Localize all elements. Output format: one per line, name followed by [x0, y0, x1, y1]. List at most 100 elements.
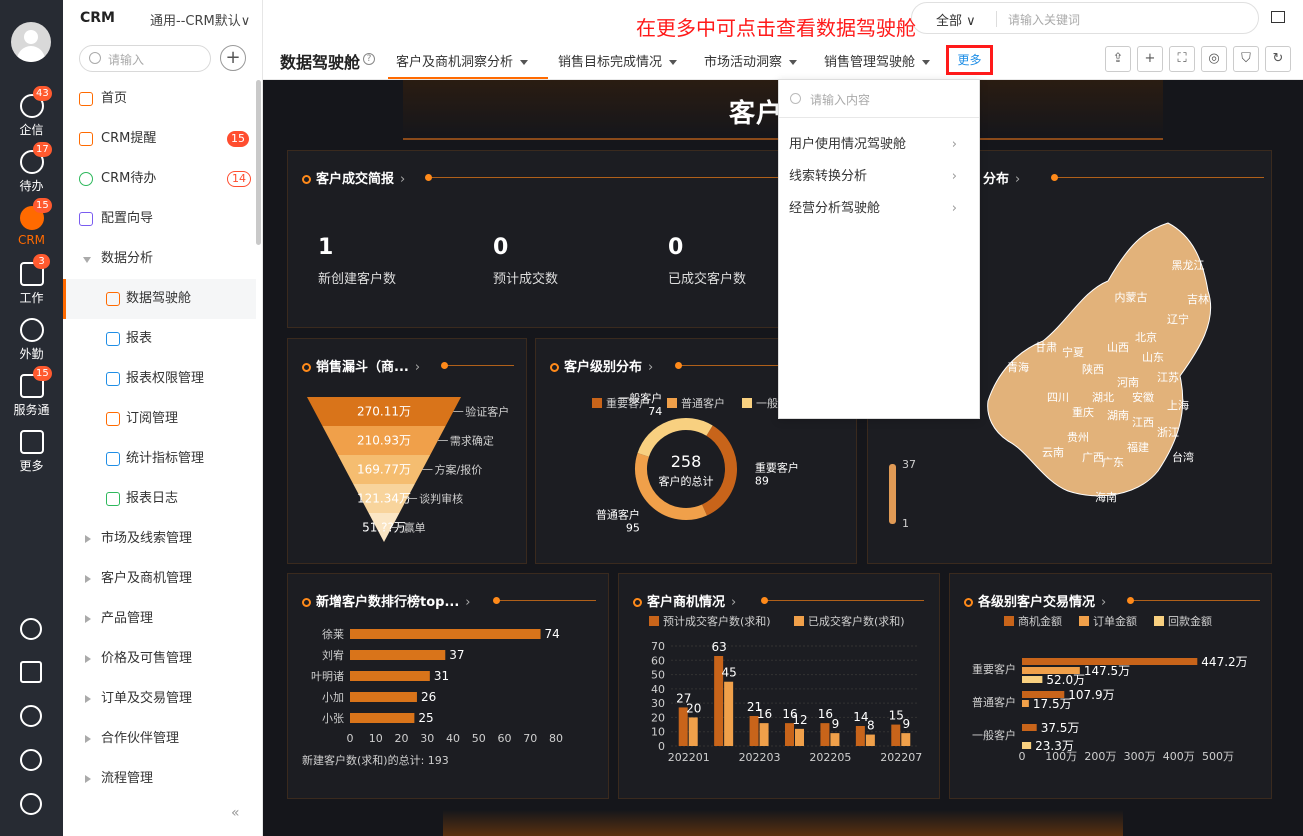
- map-region-label: 山东: [1142, 351, 1164, 364]
- rail-work[interactable]: 工作 3: [0, 254, 63, 314]
- pie-value: 89: [755, 474, 769, 487]
- sidebar-item-guide[interactable]: 配置向导: [63, 199, 256, 239]
- map-scale-min: 1: [902, 517, 909, 530]
- opp-ytick: 60: [651, 654, 665, 667]
- funnel-value: 169.77万: [357, 463, 411, 477]
- sidebar-scrollbar[interactable]: [256, 80, 261, 245]
- add-dashboard-button[interactable]: +: [1137, 46, 1163, 72]
- legend-label: 已成交客户数(求和): [808, 614, 905, 628]
- tab-more[interactable]: 更多: [946, 45, 993, 75]
- rail-todo[interactable]: 待办 17: [0, 142, 63, 202]
- legend-label: 一般: [756, 397, 778, 410]
- sidebar-item-report-permission[interactable]: 报表权限管理: [63, 359, 256, 399]
- help-icon[interactable]: ?: [363, 53, 375, 65]
- settings-icon[interactable]: [20, 793, 42, 815]
- dropdown-item-business-analysis[interactable]: 经营分析驾驶舱 ›: [789, 195, 969, 223]
- legend-swatch: [742, 398, 752, 408]
- opp-bar-label: 9: [832, 717, 840, 731]
- module-title: CRM: [80, 10, 115, 26]
- opp-bar-label: 63: [712, 640, 727, 654]
- kpi-value: 0: [668, 235, 684, 260]
- more-dropdown: 请输入内容 用户使用情况驾驶舱 › 线索转换分析 › 经营分析驾驶舱 ›: [778, 79, 980, 419]
- page-title: 数据驾驶舱: [280, 53, 361, 72]
- sidebar-item-market[interactable]: 市场及线索管理: [63, 519, 256, 559]
- map-region-label: 黑龙江: [1172, 259, 1205, 272]
- sidebar-item-report[interactable]: 报表: [63, 319, 256, 359]
- sidebar-item-process[interactable]: 流程管理: [63, 759, 256, 799]
- opp-ytick: 20: [651, 711, 665, 724]
- opp-ytick: 40: [651, 683, 665, 696]
- rank-value: 31: [434, 669, 449, 683]
- sidebar-item-price[interactable]: 价格及可售管理: [63, 639, 256, 679]
- notes-icon[interactable]: [20, 661, 42, 683]
- sidebar-item-reminder[interactable]: CRM提醒 15: [63, 119, 256, 159]
- flag-icon: [79, 212, 93, 226]
- tab-customer-insight[interactable]: 客户及商机洞察分析: [396, 51, 529, 70]
- sidebar-search-input[interactable]: 请输入: [79, 45, 211, 72]
- map-region-label: 北京: [1135, 330, 1157, 344]
- user-avatar[interactable]: [11, 22, 51, 62]
- shield-button[interactable]: ⛉: [1233, 46, 1259, 72]
- rail-badge: 17: [33, 142, 52, 157]
- opp-bar: [855, 726, 865, 746]
- sidebar-item-home[interactable]: 首页: [63, 79, 256, 119]
- sidebar-item-subscription[interactable]: 订阅管理: [63, 399, 256, 439]
- caret-right-icon: [85, 575, 91, 583]
- grid-icon: [19, 430, 44, 454]
- rank-category: 叶明诸: [311, 670, 344, 683]
- map-region-label: 湖南: [1107, 409, 1129, 422]
- dropdown-item-lead-conversion[interactable]: 线索转换分析 ›: [789, 163, 969, 191]
- dropdown-search-input[interactable]: 请输入内容: [779, 80, 979, 118]
- dropdown-item-usage[interactable]: 用户使用情况驾驶舱 ›: [789, 131, 969, 159]
- rail-service[interactable]: 服务通 15: [0, 366, 63, 426]
- view-selector[interactable]: 通用--CRM默认∨: [150, 10, 250, 29]
- global-search-input[interactable]: 请输入关键词: [1008, 11, 1080, 28]
- collapse-sidebar-button[interactable]: «: [231, 805, 240, 821]
- legend-label: 普通客户: [681, 396, 725, 410]
- help-icon[interactable]: [20, 618, 42, 640]
- pie-slice: [637, 418, 713, 458]
- settings-button[interactable]: ◎: [1201, 46, 1227, 72]
- funnel-label: 方案/报价: [435, 463, 483, 477]
- sidebar-item-order[interactable]: 订单及交易管理: [63, 679, 256, 719]
- rank-xtick: 80: [549, 732, 563, 745]
- global-search[interactable]: 全部 ∨ 请输入关键词: [911, 2, 1259, 34]
- sidebar-item-partner[interactable]: 合作伙伴管理: [63, 719, 256, 759]
- pie-value: 95: [626, 521, 640, 534]
- map-region-label: 重庆: [1072, 405, 1094, 419]
- trade-xtick: 200万: [1084, 750, 1116, 763]
- trade-bar: [1022, 724, 1037, 731]
- panel-title[interactable]: 客户成交简报 ›: [302, 168, 405, 187]
- contacts-icon[interactable]: [20, 749, 42, 771]
- rail-more[interactable]: 更多: [0, 430, 63, 482]
- sidebar-item-todo[interactable]: CRM待办 14: [63, 159, 256, 199]
- kpi-value: 0: [493, 235, 509, 260]
- sidebar-item-product[interactable]: 产品管理: [63, 599, 256, 639]
- add-button[interactable]: +: [220, 45, 246, 71]
- rail-field[interactable]: 外勤: [0, 318, 63, 370]
- tab-sales-management[interactable]: 销售管理驾驶舱: [824, 51, 931, 70]
- search-icon: [89, 52, 101, 64]
- map-region-label: 浙江: [1157, 426, 1179, 439]
- rank-value: 25: [418, 711, 433, 725]
- rank-bar: [350, 671, 430, 681]
- window-icon[interactable]: [1271, 11, 1285, 23]
- search-scope-select[interactable]: 全部 ∨: [936, 10, 976, 29]
- clock-icon[interactable]: [20, 705, 42, 727]
- fullscreen-button[interactable]: ⛶: [1169, 46, 1195, 72]
- bell-icon: [79, 132, 93, 146]
- sidebar-item-metrics[interactable]: 统计指标管理: [63, 439, 256, 479]
- export-button[interactable]: ⇪: [1105, 46, 1131, 72]
- sidebar-item-cockpit[interactable]: 数据驾驶舱: [63, 279, 256, 319]
- sidebar: CRM 通用--CRM默认∨ 请输入 + 首页 CRM提醒 15 CRM待办 14 …: [63, 0, 263, 836]
- tab-sales-target[interactable]: 销售目标完成情况: [558, 51, 678, 70]
- refresh-button[interactable]: ↻: [1265, 46, 1291, 72]
- rail-qixin[interactable]: 企信 43: [0, 86, 63, 146]
- rail-crm[interactable]: CRM 15: [0, 198, 63, 258]
- sidebar-item-data-analysis[interactable]: 数据分析: [63, 239, 256, 279]
- sidebar-item-report-log[interactable]: 报表日志: [63, 479, 256, 519]
- app-rail: 企信 43 待办 17 CRM 15 工作 3 外勤 服务通 15 更多: [0, 0, 63, 836]
- trade-xtick: 100万: [1045, 750, 1077, 763]
- sidebar-item-customer[interactable]: 客户及商机管理: [63, 559, 256, 599]
- tab-marketing[interactable]: 市场活动洞察: [704, 51, 798, 70]
